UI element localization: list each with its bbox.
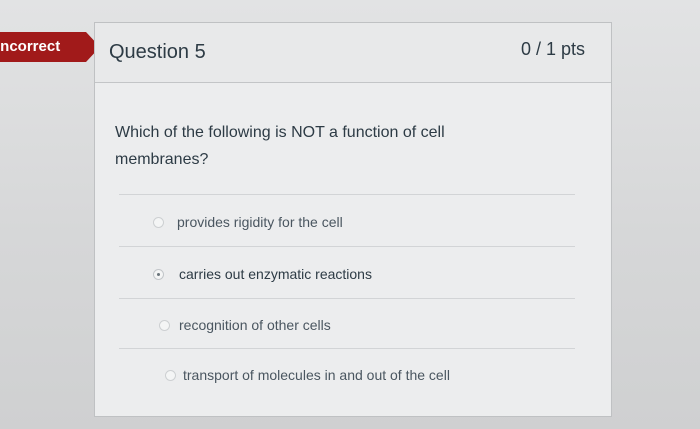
answer-label-2[interactable]: carries out enzymatic reactions [179, 266, 372, 282]
answer-label-4[interactable]: transport of molecules in and out of the… [183, 367, 450, 383]
incorrect-status-banner: Incorrect [0, 32, 86, 62]
question-title: Question 5 [109, 41, 206, 63]
answer-label-3[interactable]: recognition of other cells [179, 317, 331, 333]
answer-divider [119, 246, 575, 247]
question-header: Question 5 0 / 1 pts [95, 23, 611, 83]
answer-radio-2-selected[interactable] [153, 269, 164, 280]
answer-divider [119, 298, 575, 299]
answer-radio-1[interactable] [153, 217, 164, 228]
answer-label-1[interactable]: provides rigidity for the cell [177, 214, 343, 230]
answer-divider [119, 194, 575, 195]
incorrect-status-label: Incorrect [0, 38, 61, 55]
question-card: Question 5 0 / 1 pts Which of the follow… [94, 22, 612, 417]
question-text: Which of the following is NOT a function… [115, 124, 445, 168]
answer-radio-3[interactable] [159, 320, 170, 331]
question-points: 0 / 1 pts [520, 39, 585, 59]
answer-radio-4[interactable] [165, 370, 176, 381]
answer-divider [119, 348, 575, 349]
